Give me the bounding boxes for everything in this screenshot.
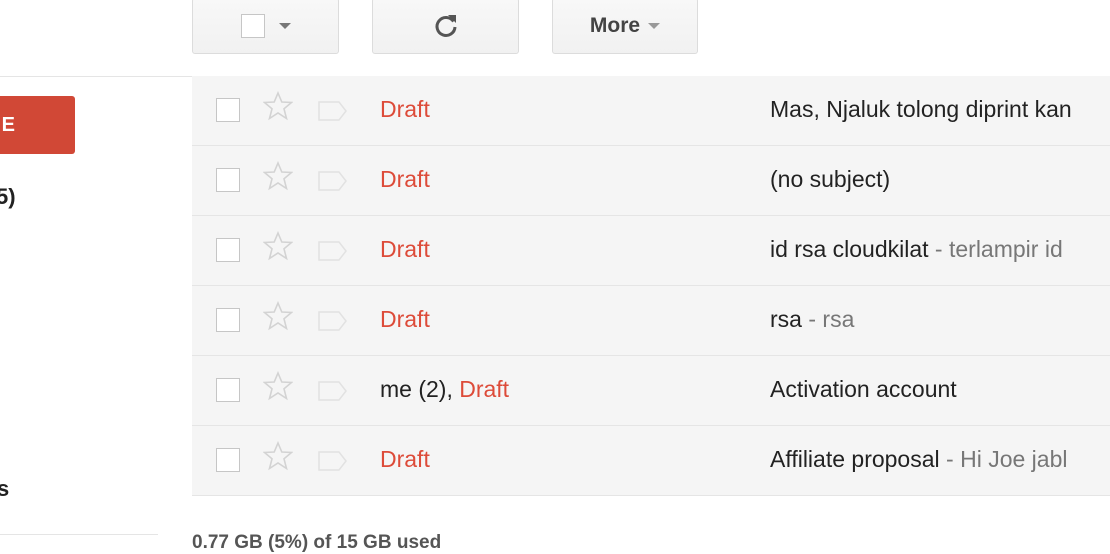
table-row[interactable]: Draft Mas, Njaluk tolong diprint kan (192, 76, 1110, 146)
inbox-count-label: 5) (0, 184, 16, 209)
sender-name: Draft (380, 306, 430, 333)
message-subject: rsa - rsa (770, 306, 854, 333)
chevron-down-icon (278, 23, 291, 29)
row-checkbox[interactable] (216, 308, 240, 332)
table-row[interactable]: me (2), Draft Activation account (192, 356, 1110, 426)
star-icon[interactable] (262, 300, 294, 336)
snippet-text: rsa (822, 306, 855, 332)
message-list: Draft Mas, Njaluk tolong diprint kan Dra… (192, 76, 1110, 496)
subject-text: id rsa cloudkilat (770, 236, 929, 262)
sidebar-fragment-label: s (0, 476, 10, 501)
draft-label: Draft (380, 446, 430, 472)
message-subject: id rsa cloudkilat - terlampir id (770, 236, 1063, 263)
select-all-button[interactable] (192, 0, 339, 54)
compose-button[interactable]: E (0, 96, 75, 154)
refresh-icon (431, 11, 461, 41)
separator: - (928, 236, 949, 262)
subject-text: Mas, Njaluk tolong diprint kan (770, 96, 1072, 122)
table-row[interactable]: Draft rsa - rsa (192, 286, 1110, 356)
subject-text: Activation account (770, 376, 957, 402)
draft-label: Draft (380, 166, 430, 192)
table-row[interactable]: Draft id rsa cloudkilat - terlampir id (192, 216, 1110, 286)
message-subject: (no subject) (770, 166, 890, 193)
draft-label: Draft (380, 96, 430, 122)
separator: - (939, 446, 961, 472)
subject-text: (no subject) (770, 166, 891, 192)
sender-name: me (2), Draft (380, 376, 509, 403)
star-icon[interactable] (262, 440, 294, 476)
subject-text: Affiliate proposal (770, 446, 940, 472)
row-checkbox[interactable] (216, 238, 240, 262)
message-subject: Affiliate proposal - Hi Joe jabl (770, 446, 1067, 473)
sidebar-item-fragment[interactable]: s (0, 476, 9, 502)
separator: - (801, 306, 823, 332)
refresh-button[interactable] (372, 0, 519, 54)
table-row[interactable]: Draft Affiliate proposal - Hi Joe jabl (192, 426, 1110, 496)
star-icon[interactable] (262, 370, 294, 406)
row-checkbox[interactable] (216, 378, 240, 402)
snippet-text: Hi Joe jabl (960, 446, 1068, 472)
message-subject: Mas, Njaluk tolong diprint kan (770, 96, 1072, 123)
label-tag-icon[interactable] (318, 451, 348, 476)
checkbox-icon (240, 14, 265, 38)
table-row[interactable]: Draft (no subject) (192, 146, 1110, 216)
toolbar: More (0, 0, 1110, 77)
snippet-text: terlampir id (948, 236, 1063, 262)
subject-text: rsa (770, 306, 802, 332)
star-icon[interactable] (262, 230, 294, 266)
label-tag-icon[interactable] (318, 381, 348, 406)
sidebar-divider (0, 534, 158, 535)
sidebar-item-inbox[interactable]: 5) (0, 184, 16, 210)
label-tag-icon[interactable] (318, 101, 348, 126)
compose-label: E (1, 113, 15, 136)
sender-prefix: me (2), (380, 376, 460, 402)
row-checkbox[interactable] (216, 168, 240, 192)
sender-name: Draft (380, 446, 430, 473)
label-tag-icon[interactable] (318, 241, 348, 266)
label-tag-icon[interactable] (318, 171, 348, 196)
sender-name: Draft (380, 96, 430, 123)
sender-name: Draft (380, 166, 430, 193)
row-checkbox[interactable] (216, 448, 240, 472)
label-tag-icon[interactable] (318, 311, 348, 336)
star-icon[interactable] (262, 90, 294, 126)
draft-label: Draft (380, 236, 430, 262)
more-label: More (589, 14, 641, 37)
sender-name: Draft (380, 236, 430, 263)
star-icon[interactable] (262, 160, 294, 196)
chevron-down-icon (648, 23, 661, 29)
message-subject: Activation account (770, 376, 957, 403)
row-checkbox[interactable] (216, 98, 240, 122)
draft-label: Draft (380, 306, 430, 332)
draft-label: Draft (459, 376, 510, 402)
storage-usage: 0.77 GB (5%) of 15 GB used (192, 532, 441, 554)
more-button[interactable]: More (552, 0, 698, 54)
